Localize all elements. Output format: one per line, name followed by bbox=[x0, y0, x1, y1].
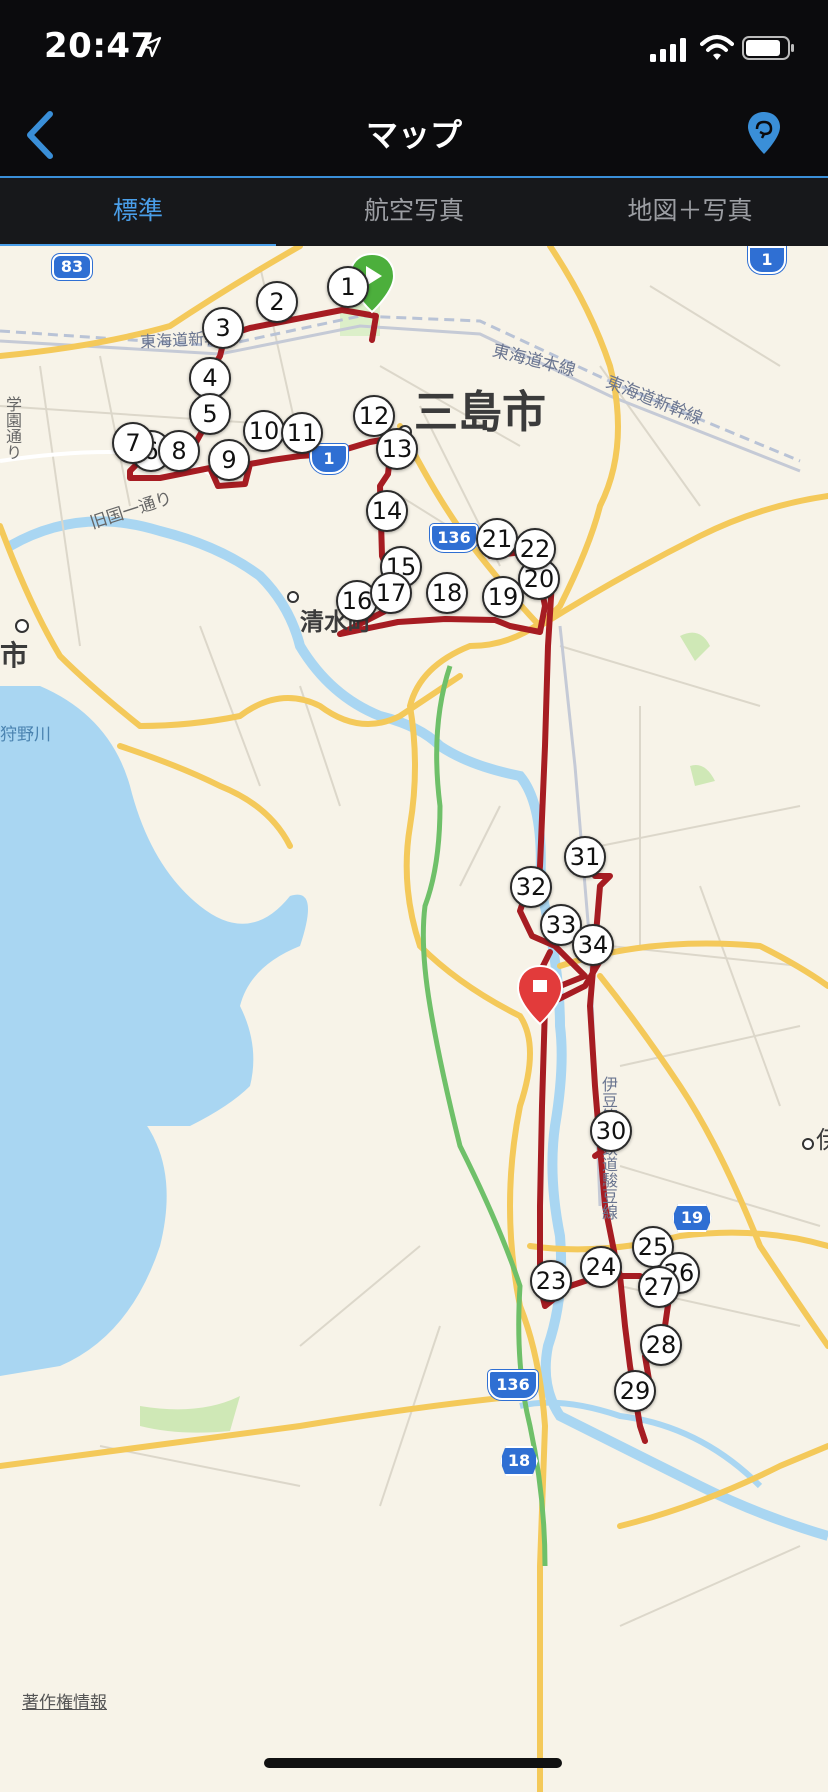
route-shield-136-south: 136 bbox=[488, 1370, 538, 1400]
status-bar: 20:47 bbox=[0, 0, 828, 92]
route-shield-1-top: 1 bbox=[748, 246, 786, 274]
waypoint-marker[interactable]: 22 bbox=[514, 528, 556, 570]
bay-water bbox=[0, 686, 308, 1126]
waypoint-marker[interactable]: 7 bbox=[112, 422, 154, 464]
tab-aerial[interactable]: 航空写真 bbox=[276, 178, 552, 246]
waypoint-marker[interactable]: 1 bbox=[327, 266, 369, 308]
route-shield-83: 83 bbox=[52, 254, 92, 280]
waypoint-marker[interactable]: 30 bbox=[590, 1110, 632, 1152]
river-label-kanogawa: 狩野川 bbox=[0, 725, 51, 745]
waypoint-marker[interactable]: 9 bbox=[208, 439, 250, 481]
status-time: 20:47 bbox=[44, 26, 155, 66]
waypoint-marker[interactable]: 28 bbox=[640, 1324, 682, 1366]
waypoint-marker[interactable]: 34 bbox=[572, 924, 614, 966]
waypoint-marker[interactable]: 23 bbox=[530, 1260, 572, 1302]
bay-water-lower bbox=[0, 1116, 167, 1376]
tab-hybrid[interactable]: 地図＋写真 bbox=[552, 178, 828, 246]
tab-standard[interactable]: 標準 bbox=[0, 178, 276, 246]
map-type-tabs: 標準 航空写真 地図＋写真 bbox=[0, 176, 828, 248]
waypoint-marker[interactable]: 27 bbox=[638, 1266, 680, 1308]
cellular-signal-icon bbox=[650, 38, 686, 62]
route-shield-136-north: 136 bbox=[430, 524, 478, 552]
location-arrow-icon bbox=[140, 36, 162, 58]
home-indicator[interactable] bbox=[264, 1758, 562, 1768]
navigation-bar: マップ bbox=[0, 92, 828, 176]
road-label-gakuen: 学園通り bbox=[3, 396, 22, 460]
waypoint-marker[interactable]: 17 bbox=[370, 572, 412, 614]
green-highway bbox=[420, 665, 548, 1567]
copyright-link[interactable]: 著作権情報 bbox=[22, 1688, 107, 1713]
waypoint-marker[interactable]: 13 bbox=[376, 428, 418, 470]
waypoint-marker[interactable]: 3 bbox=[202, 307, 244, 349]
route-shield-18: 18 bbox=[500, 1446, 538, 1476]
waypoint-marker[interactable]: 29 bbox=[614, 1370, 656, 1412]
waypoint-marker[interactable]: 24 bbox=[580, 1246, 622, 1288]
place-label-edge-right: 伊 bbox=[816, 1120, 828, 1155]
waypoint-marker[interactable]: 10 bbox=[243, 410, 285, 452]
waypoint-marker[interactable]: 14 bbox=[366, 490, 408, 532]
waypoint-marker[interactable]: 2 bbox=[256, 281, 298, 323]
page-title: マップ bbox=[365, 116, 462, 154]
waypoint-marker[interactable]: 8 bbox=[158, 430, 200, 472]
route-shield-19: 19 bbox=[672, 1204, 712, 1232]
city-label-mishima: 三島市 bbox=[414, 387, 546, 438]
waypoint-marker[interactable]: 32 bbox=[510, 866, 552, 908]
waypoint-marker[interactable]: 11 bbox=[281, 412, 323, 454]
city-label-edge: 市 bbox=[0, 639, 29, 672]
wifi-icon bbox=[700, 35, 734, 60]
waypoint-marker[interactable]: 21 bbox=[476, 518, 518, 560]
map-pin-route-icon[interactable] bbox=[746, 110, 782, 156]
map-canvas bbox=[0, 246, 828, 1792]
waypoint-marker[interactable]: 5 bbox=[189, 393, 231, 435]
waypoint-marker[interactable]: 31 bbox=[564, 836, 606, 878]
battery-icon bbox=[742, 36, 794, 60]
map-view[interactable]: 三島市 清水町 市 伊 東海道新幹線 東海道本線 東海道新幹線 旧国一通り 学園… bbox=[0, 246, 828, 1792]
waypoint-marker[interactable]: 18 bbox=[426, 572, 468, 614]
